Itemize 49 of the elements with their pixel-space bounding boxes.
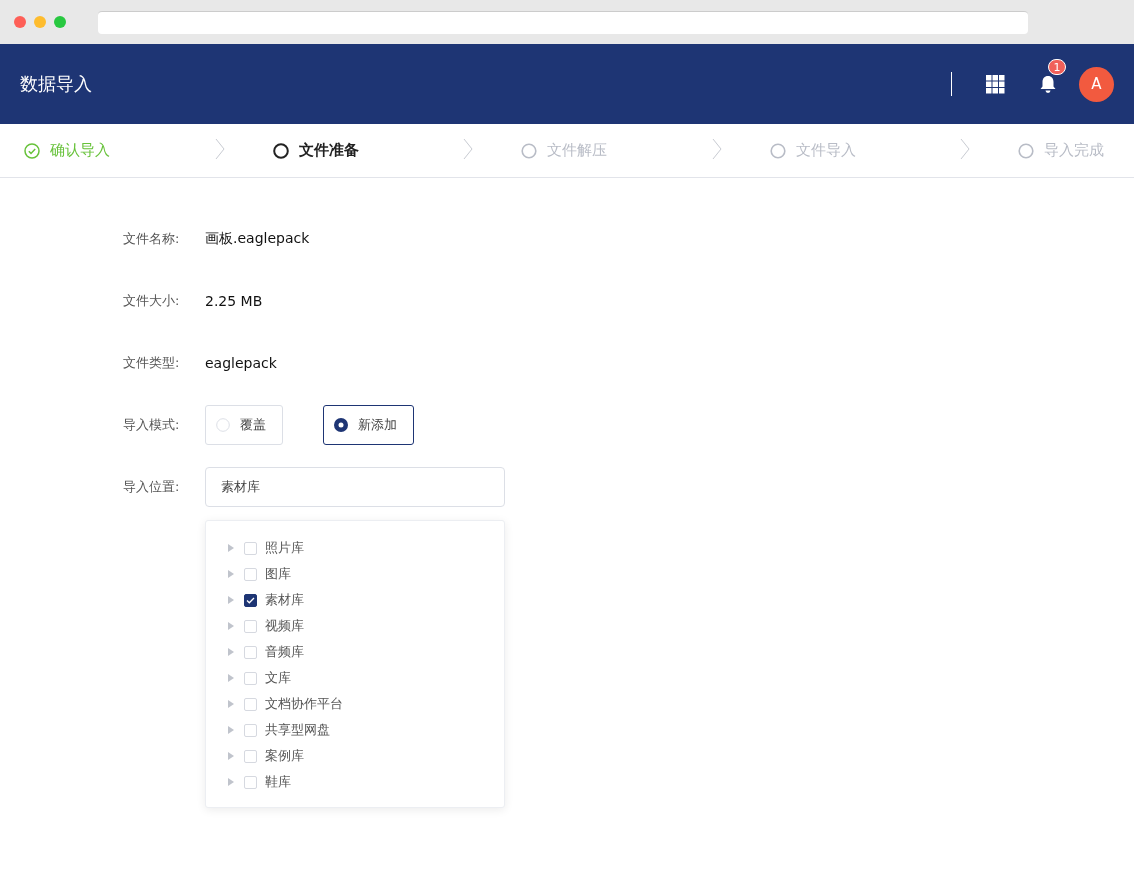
minimize-dot-icon[interactable] [34,16,46,28]
radio-option[interactable]: 新添加 [323,405,414,445]
field-value: 2.25 MB [205,293,263,309]
tree-item[interactable]: 素材库 [265,591,304,609]
field-label: 导入模式: [123,416,181,434]
expand-arrow-icon[interactable] [228,726,234,734]
tree-item[interactable]: 文库 [265,669,291,687]
grid-icon[interactable] [986,74,1005,94]
expand-arrow-icon[interactable] [228,752,234,760]
location-select[interactable]: 素材库 [205,467,505,507]
maximize-dot-icon[interactable] [54,16,66,28]
tree-item[interactable]: 文档协作平台 [265,695,343,713]
field-label: 文件名称: [123,230,181,248]
tree-item[interactable]: 案例库 [265,747,304,765]
tree-item[interactable]: 视频库 [265,617,304,635]
chevron-right-icon [214,137,225,160]
step-label: 文件导入 [795,141,856,160]
tree-item[interactable]: 图库 [265,565,291,583]
expand-arrow-icon[interactable] [228,648,234,656]
expand-arrow-icon[interactable] [228,596,234,604]
field-label: 文件大小: [123,292,181,310]
chevron-right-icon [960,137,970,160]
bell-icon[interactable] [1039,74,1057,94]
tree-item[interactable]: 照片库 [265,539,304,557]
tree-item[interactable]: 音频库 [265,643,304,661]
checkbox[interactable] [244,593,257,607]
tree-item[interactable]: 共享型网盘 [265,721,330,739]
step-label: 导入完成 [1044,141,1104,160]
chevron-right-icon [463,137,473,160]
expand-arrow-icon[interactable] [228,778,234,786]
expand-arrow-icon[interactable] [228,544,234,552]
radio-option[interactable]: 覆盖 [205,405,283,445]
expand-arrow-icon[interactable] [228,570,234,578]
expand-arrow-icon[interactable] [228,674,234,682]
step-label: 文件准备 [298,141,359,160]
notification-badge: 1 [1048,58,1066,75]
step-label: 文件解压 [547,141,607,160]
close-dot-icon[interactable] [14,16,26,28]
address-bar[interactable] [98,10,1028,34]
chevron-right-icon [711,137,722,160]
expand-arrow-icon[interactable] [228,700,234,708]
step-label: 确认导入 [50,141,110,160]
field-label: 导入位置: [123,478,181,496]
field-label: 文件类型: [123,354,181,372]
field-value: 画板.eaglepack [205,230,310,248]
page-title: 数据导入 [20,72,93,96]
expand-arrow-icon[interactable] [228,622,234,630]
tree-item[interactable]: 鞋库 [265,773,291,791]
field-value: eaglepack [205,355,277,371]
